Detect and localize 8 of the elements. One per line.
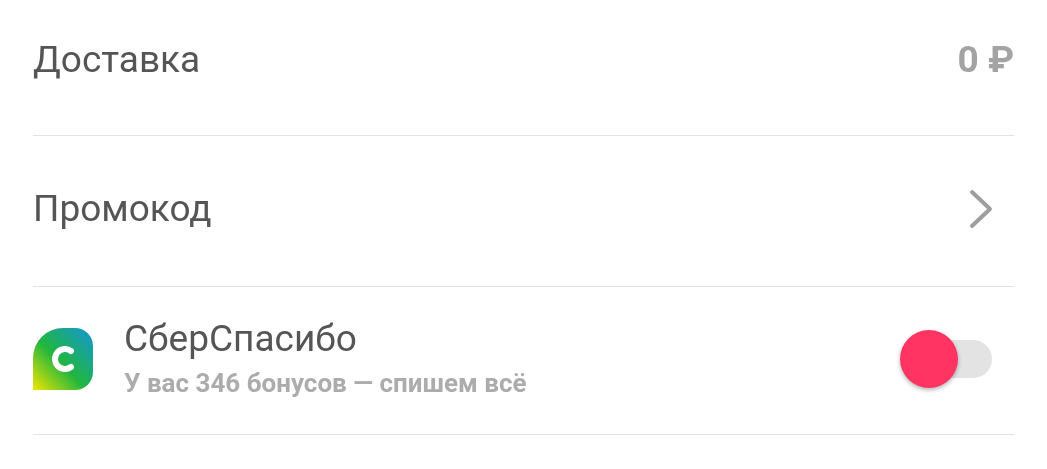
row-label: Доставка	[33, 36, 201, 83]
toggle-switch[interactable]	[900, 328, 992, 389]
chevron-right-icon	[968, 188, 994, 230]
bonus-subtitle: У вас 346 бонусов — спишем всё	[124, 366, 528, 400]
promo-code-row[interactable]: Промокод	[33, 136, 1014, 287]
row-value: 0 ₽	[957, 36, 1014, 83]
row-label: СберСпасибо	[124, 315, 358, 362]
logo-icon	[33, 327, 93, 390]
